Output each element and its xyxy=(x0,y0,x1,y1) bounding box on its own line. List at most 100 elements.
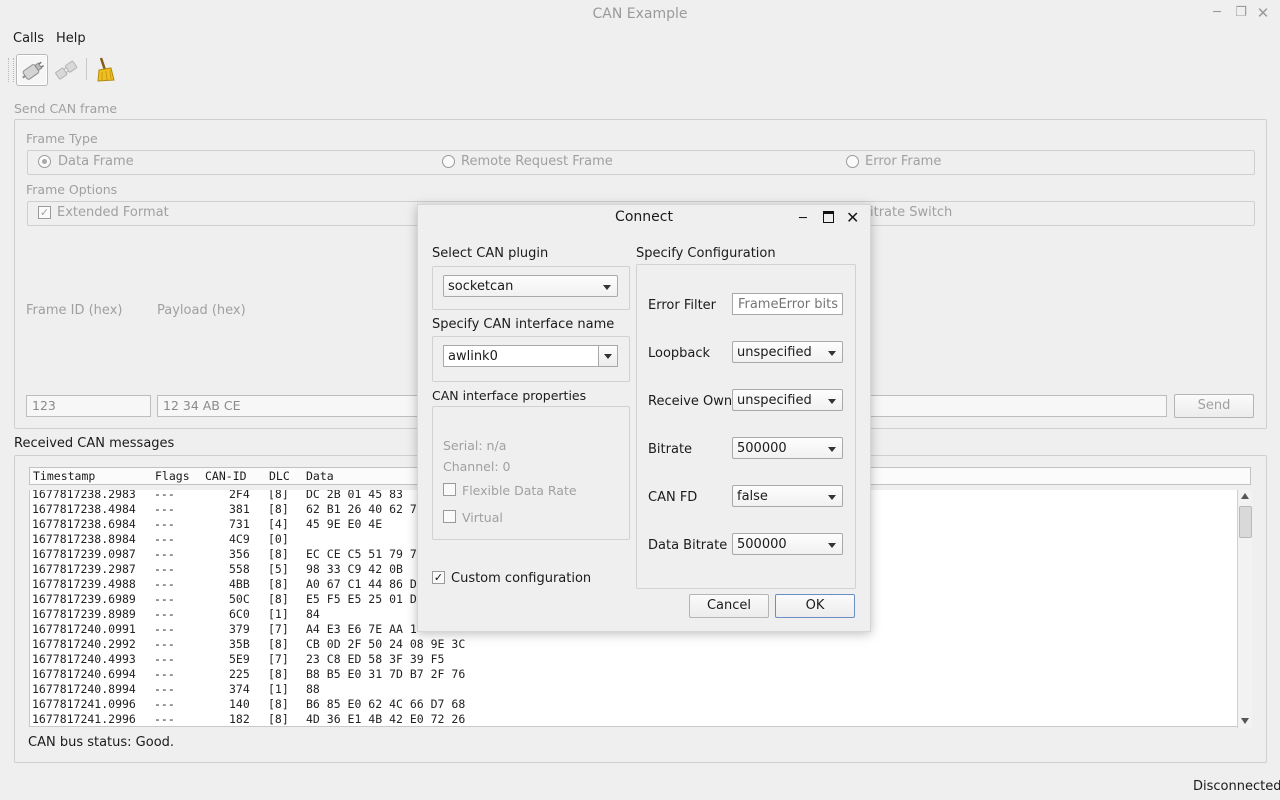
error-filter-input[interactable] xyxy=(732,293,843,315)
col-timestamp[interactable]: Timestamp xyxy=(33,469,95,483)
interface-input[interactable]: awlink0 xyxy=(443,345,618,367)
cell-dlc: [8] xyxy=(268,592,289,606)
cell-dlc: [5] xyxy=(268,562,289,576)
cell-flags: --- xyxy=(154,652,175,666)
loopback-select[interactable]: unspecified xyxy=(732,341,843,363)
cell-can-id: 4BB xyxy=(229,577,250,591)
cell-dlc: [8] xyxy=(268,712,289,726)
connect-icon xyxy=(22,61,44,80)
loopback-label: Loopback xyxy=(648,346,711,361)
cell-timestamp: 1677817239.2987 xyxy=(32,562,136,576)
cell-can-id: 558 xyxy=(229,562,250,576)
menu-calls[interactable]: Calls xyxy=(13,31,44,46)
toolbar-grip[interactable] xyxy=(8,58,14,82)
cell-timestamp: 1677817239.0987 xyxy=(32,547,136,561)
table-row[interactable]: 1677817240.6994 --- 225 [8] B8 B5 E0 31 7D B… xyxy=(32,667,1232,682)
data-bitrate-label: Data Bitrate xyxy=(648,538,728,553)
cell-flags: --- xyxy=(154,577,175,591)
cell-can-id: 182 xyxy=(229,712,250,726)
canfd-select[interactable]: false xyxy=(732,485,843,507)
virtual-label: Virtual xyxy=(462,510,503,525)
cell-dlc: [7] xyxy=(268,622,289,636)
cell-dlc: [1] xyxy=(268,607,289,621)
minimize-icon[interactable]: ─ xyxy=(1209,5,1225,21)
error-filter-label: Error Filter xyxy=(648,298,717,313)
cell-timestamp: 1677817240.2992 xyxy=(32,637,136,651)
frame-options-title: Frame Options xyxy=(26,182,118,197)
dialog-minimize-icon[interactable]: ─ xyxy=(799,211,807,226)
col-dlc[interactable]: DLC xyxy=(269,469,290,483)
menu-help[interactable]: Help xyxy=(56,31,86,46)
table-row[interactable]: 1677817240.8994 --- 374 [1] 88 xyxy=(32,682,1232,697)
cell-timestamp: 1677817240.0991 xyxy=(32,622,136,636)
table-row[interactable]: 1677817241.0996 --- 140 [8] B6 85 E0 62 4C 6… xyxy=(32,697,1232,712)
cell-timestamp: 1677817239.8989 xyxy=(32,607,136,621)
cell-flags: --- xyxy=(154,532,175,546)
cell-flags: --- xyxy=(154,490,175,501)
data-bitrate-select[interactable]: 500000 xyxy=(732,533,843,555)
frame-id-input[interactable]: 123 xyxy=(26,395,151,417)
cell-can-id: 140 xyxy=(229,697,250,711)
messages-scrollbar[interactable] xyxy=(1237,490,1252,728)
canfd-select-value: false xyxy=(737,489,768,504)
cell-flags: --- xyxy=(154,697,175,711)
bitrate-switch-label: itrate Switch xyxy=(870,205,953,220)
dialog-close-icon[interactable]: ✕ xyxy=(846,208,859,227)
custom-configuration-checkbox[interactable]: ✓ xyxy=(432,571,445,584)
bitrate-select[interactable]: 500000 xyxy=(732,437,843,459)
cell-flags: --- xyxy=(154,517,175,531)
properties-title: CAN interface properties xyxy=(432,388,587,403)
chevron-down-icon xyxy=(828,351,836,356)
scrollbar-thumb[interactable] xyxy=(1239,506,1252,538)
extended-format-checkbox[interactable]: ✓ xyxy=(38,206,51,219)
error-frame-radio[interactable] xyxy=(846,155,859,168)
interface-dropdown-button[interactable] xyxy=(598,346,617,366)
cell-flags: --- xyxy=(154,592,175,606)
col-data[interactable]: Data xyxy=(306,469,334,483)
cell-timestamp: 1677817241.2996 xyxy=(32,712,136,726)
frame-type-title: Frame Type xyxy=(26,131,98,146)
table-row[interactable]: 1677817240.2992 --- 35B [8] CB 0D 2F 50 24 0… xyxy=(32,637,1232,652)
dialog-maximize-icon[interactable] xyxy=(823,211,834,223)
send-button[interactable]: Send xyxy=(1174,394,1254,418)
frame-id-label: Frame ID (hex) xyxy=(26,303,123,318)
cell-dlc: [8] xyxy=(268,547,289,561)
scroll-down-icon[interactable] xyxy=(1241,718,1249,724)
chevron-down-icon xyxy=(828,543,836,548)
interface-label: Specify CAN interface name xyxy=(432,317,615,332)
close-icon[interactable]: ✕ xyxy=(1255,5,1271,21)
cell-can-id: 5E9 xyxy=(229,652,250,666)
scroll-up-icon[interactable] xyxy=(1241,493,1249,499)
col-flags[interactable]: Flags xyxy=(155,469,190,483)
flexible-data-rate-label: Flexible Data Rate xyxy=(462,483,577,498)
plugin-select[interactable]: socketcan xyxy=(443,275,618,297)
table-row[interactable]: 1677817241.2996 --- 182 [8] 4D 36 E1 4B 42 E… xyxy=(32,712,1232,726)
cancel-button[interactable]: Cancel xyxy=(689,594,769,618)
cell-can-id: 2F4 xyxy=(229,490,250,501)
cell-can-id: 35B xyxy=(229,637,250,651)
virtual-checkbox[interactable] xyxy=(443,510,456,523)
data-frame-radio[interactable] xyxy=(38,155,51,168)
cell-flags: --- xyxy=(154,712,175,726)
connect-button[interactable] xyxy=(16,54,48,86)
cell-flags: --- xyxy=(154,682,175,696)
cell-dlc: [4] xyxy=(268,517,289,531)
cell-dlc: [8] xyxy=(268,490,289,501)
table-row[interactable]: 1677817240.4993 --- 5E9 [7] 23 C8 ED 58 3F 3… xyxy=(32,652,1232,667)
disconnect-button[interactable] xyxy=(51,54,81,84)
cell-can-id: 731 xyxy=(229,517,250,531)
plugin-select-value: socketcan xyxy=(448,279,514,294)
cell-dlc: [8] xyxy=(268,502,289,516)
col-can-id[interactable]: CAN-ID xyxy=(205,469,247,483)
bitrate-select-value: 500000 xyxy=(737,441,787,456)
flexible-data-rate-checkbox[interactable] xyxy=(443,483,456,496)
clear-log-button[interactable] xyxy=(90,54,120,84)
cell-can-id: 379 xyxy=(229,622,250,636)
remote-frame-radio[interactable] xyxy=(442,155,455,168)
ok-button[interactable]: OK xyxy=(775,594,855,618)
receive-own-label: Receive Own xyxy=(648,394,733,409)
restore-icon[interactable]: ❐ xyxy=(1233,5,1249,21)
broom-clear-icon xyxy=(97,57,115,82)
receive-own-select[interactable]: unspecified xyxy=(732,389,843,411)
chevron-down-icon xyxy=(603,285,611,290)
